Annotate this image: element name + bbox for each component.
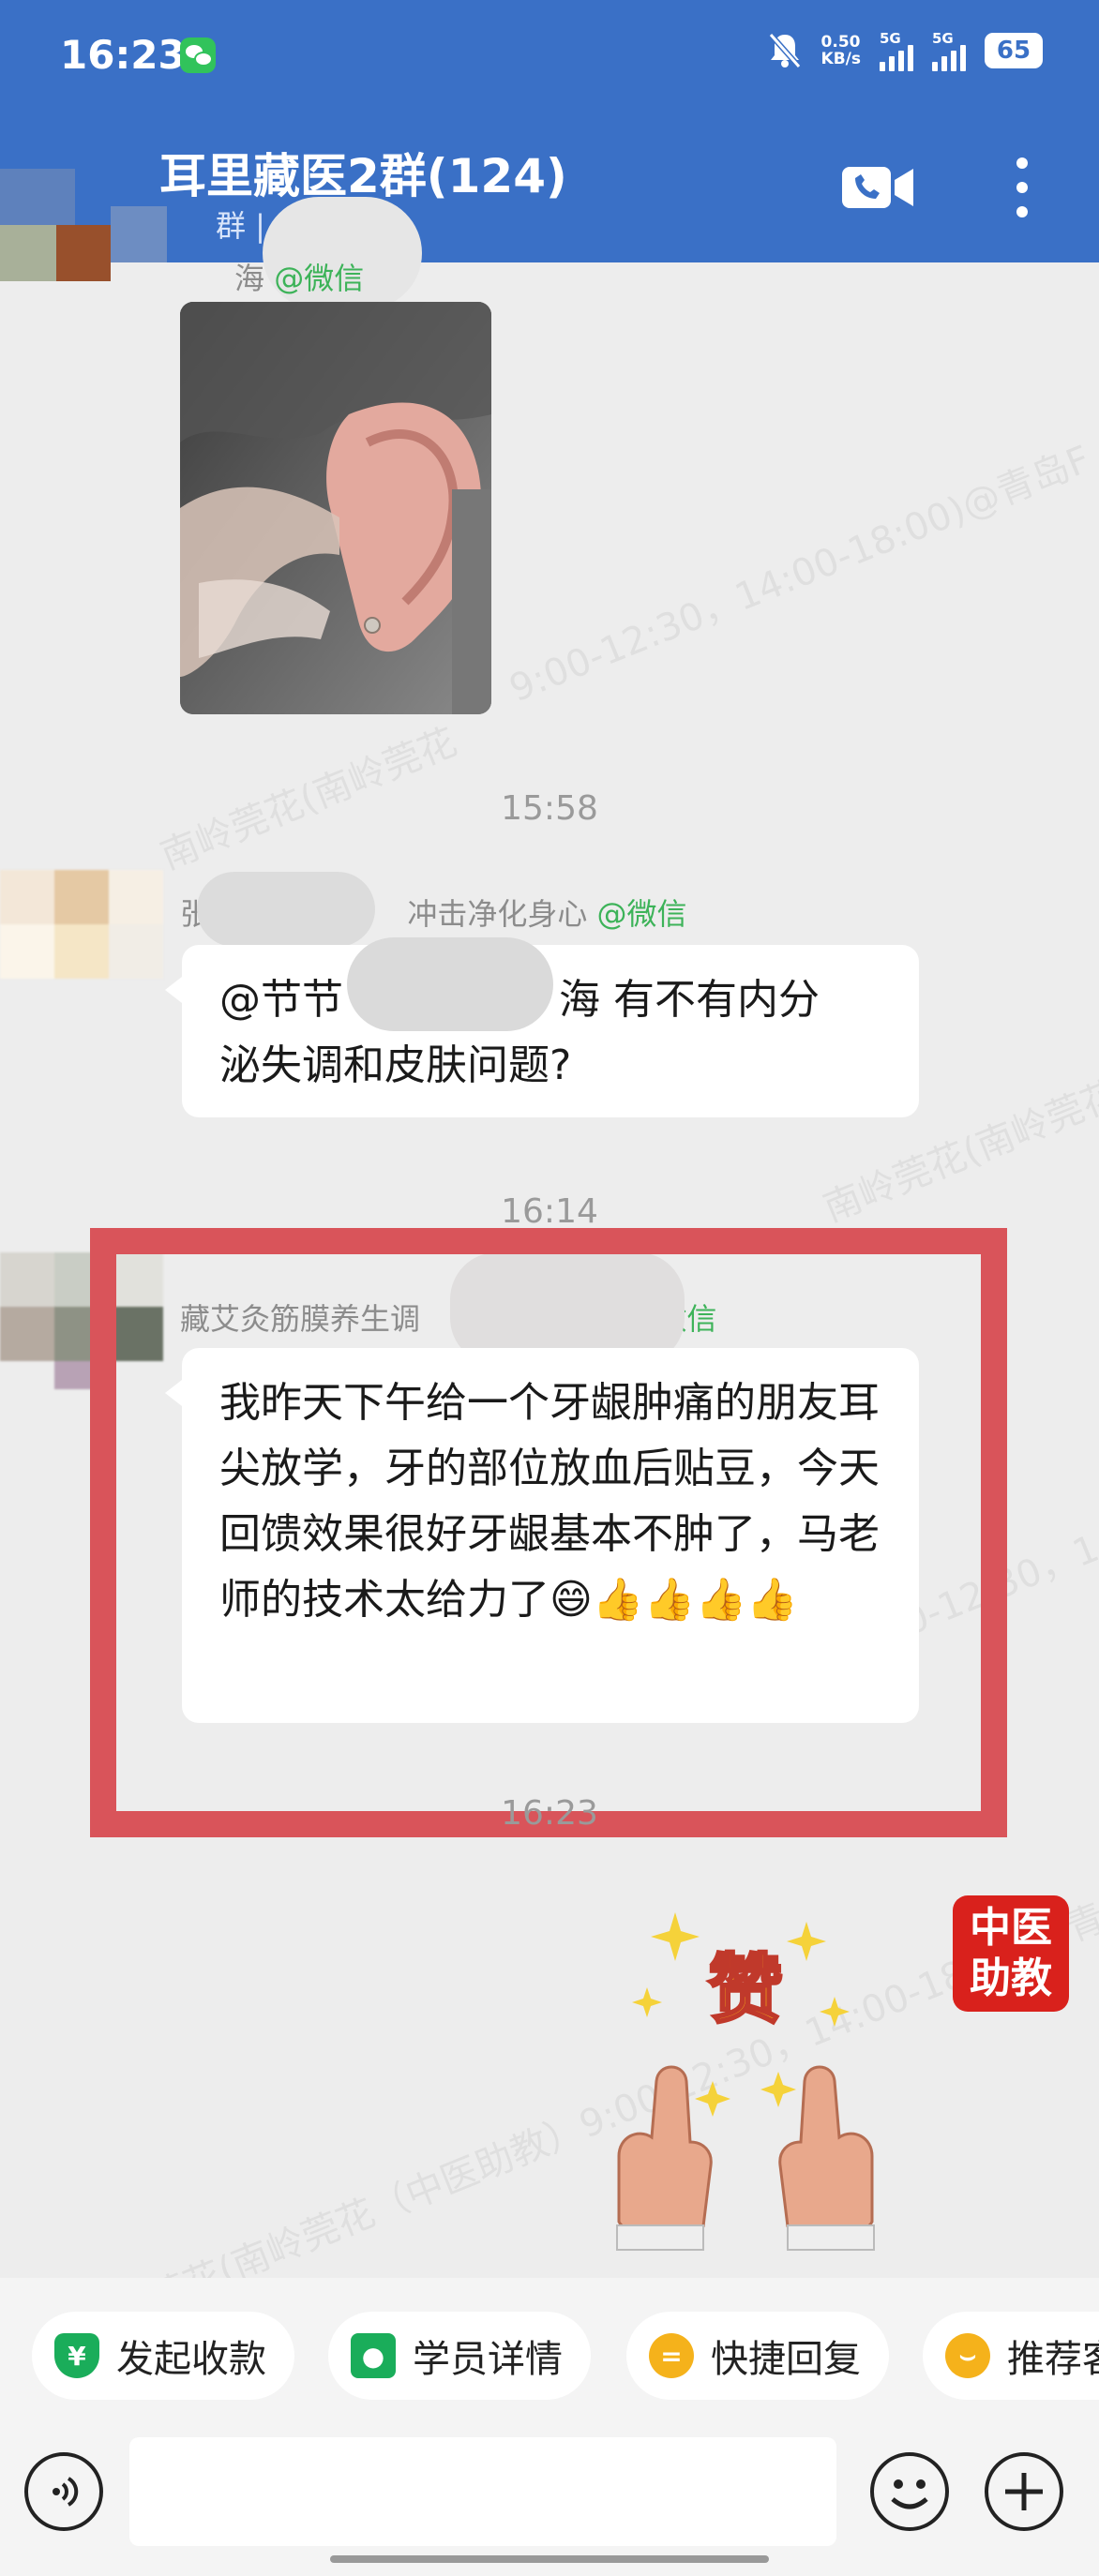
net-speed-value: 0.50 [820, 33, 861, 52]
chip-label: 推荐客 [1007, 2338, 1099, 2381]
avatar[interactable] [0, 870, 163, 992]
recommend-icon: ⌣ [945, 2333, 990, 2378]
plus-icon[interactable] [985, 2452, 1063, 2531]
more-vertical-icon[interactable] [1013, 157, 1031, 223]
voice-icon[interactable] [24, 2452, 103, 2531]
status-icons: 0.50 KB/s 5G 5G 65 [767, 30, 1043, 71]
redacted-name-blur [347, 937, 553, 1031]
signal-1-icon: 5G [880, 30, 913, 71]
sticker-text: 赞 [708, 1946, 783, 2033]
badge-line: 助教 [970, 1954, 1052, 2002]
quick-action-bar: ¥ 发起收款 ● 学员详情 = 快捷回复 ⌣ 推荐客 [0, 2278, 1099, 2437]
signal-2-icon: 5G [932, 30, 966, 71]
message-sender: 海 @微信 [234, 255, 364, 298]
timestamp: 15:58 [501, 789, 598, 828]
timestamp: 16:23 [501, 1794, 598, 1833]
net-speed-unit: KB/s [820, 50, 861, 68]
status-time: 16:23 [60, 32, 186, 78]
sender-source: @微信 [274, 261, 365, 296]
back-arrow-icon[interactable] [0, 150, 216, 309]
quick-reply-icon: = [649, 2333, 694, 2378]
message-text-line: 泌失调和皮肤问题? [219, 1041, 572, 1089]
ear-acupressure-photo[interactable] [180, 302, 491, 714]
watermark: 9:00-12:30，14:00-18:00)@青岛F [504, 438, 1097, 711]
chip-label: 发起收款 [116, 2338, 266, 2381]
sender-name: 冲击净化身心 [407, 896, 588, 932]
yuan-shield-icon: ¥ [54, 2333, 99, 2378]
chip-label: 学员详情 [413, 2338, 563, 2381]
collect-payment-button[interactable]: ¥ 发起收款 [32, 2312, 294, 2400]
assistant-badge: 中医 助教 [953, 1895, 1069, 2012]
message-text-part: 海 有不有内分 [559, 976, 820, 1024]
chip-label: 快捷回复 [711, 2338, 861, 2381]
sender-name: 海 [234, 261, 265, 296]
sender-source: @微信 [596, 896, 687, 932]
bell-muted-icon [767, 31, 803, 70]
network-speed: 0.50 KB/s [821, 34, 861, 67]
wechat-notification-icon [180, 37, 216, 73]
thumbs-up-sticker[interactable]: 赞 [600, 1903, 891, 2259]
recommend-button[interactable]: ⌣ 推荐客 [923, 2312, 1099, 2400]
student-icon: ● [351, 2333, 396, 2378]
home-indicator[interactable] [330, 2555, 769, 2563]
quick-reply-button[interactable]: = 快捷回复 [626, 2312, 889, 2400]
video-call-icon[interactable] [840, 159, 915, 216]
emoji-icon[interactable] [870, 2452, 949, 2531]
signal-1-label: 5G [880, 30, 901, 47]
highlight-frame [90, 1228, 1007, 1837]
message-input[interactable] [129, 2437, 836, 2546]
timestamp: 16:14 [501, 1192, 598, 1231]
battery-indicator: 65 [985, 33, 1043, 68]
redacted-name-blur [197, 872, 375, 947]
student-details-button[interactable]: ● 学员详情 [328, 2312, 591, 2400]
badge-line: 中医 [970, 1904, 1052, 1952]
signal-2-label: 5G [932, 30, 954, 47]
mention: @节节 [219, 976, 343, 1024]
